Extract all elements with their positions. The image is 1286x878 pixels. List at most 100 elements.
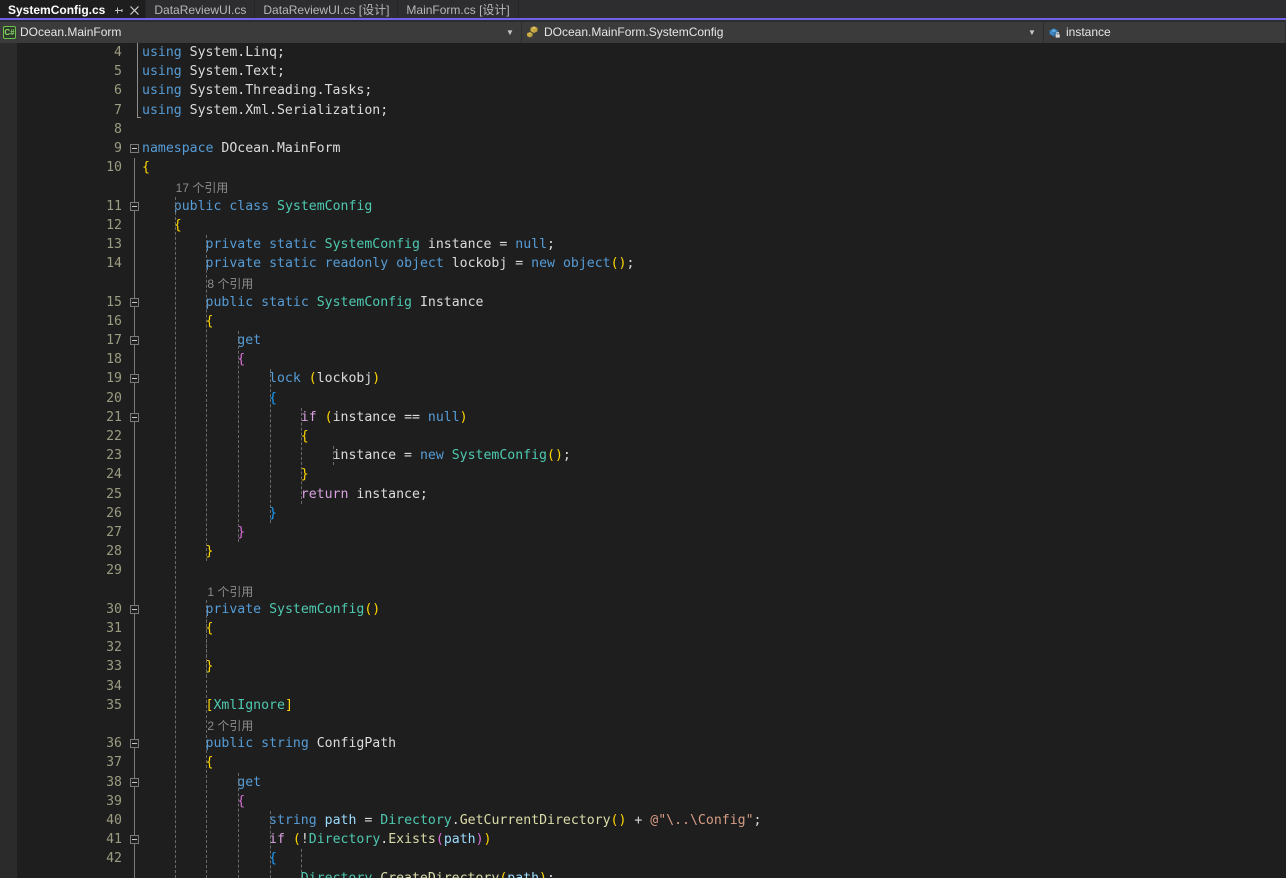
code-line[interactable]: 29	[17, 561, 1286, 580]
line-number: 21	[106, 409, 122, 425]
code-text: [XmlIgnore]	[205, 697, 293, 713]
code-text: {	[269, 390, 277, 406]
code-text: {	[237, 793, 246, 809]
code-line[interactable]: 7 using System.Xml.Serialization;	[17, 101, 1286, 120]
using-block-guide-foot	[137, 116, 141, 118]
code-line[interactable]: 5 using System.Text;	[17, 62, 1286, 81]
line-number: 12	[106, 217, 122, 233]
chevron-down-icon[interactable]: ▼	[1025, 22, 1039, 43]
editor-tab-strip: SystemConfig.cs DataReviewUI.cs DataRevi…	[0, 0, 1286, 22]
code-text: {	[205, 755, 214, 771]
indent-guide	[238, 772, 240, 878]
line-number: 16	[106, 313, 122, 329]
indent-guide	[238, 331, 240, 543]
collapse-outline-icon[interactable]	[130, 835, 139, 845]
code-text: using System.Threading.Tasks;	[142, 83, 373, 99]
close-icon[interactable]	[127, 3, 141, 17]
line-number: 10	[106, 160, 122, 176]
line-number: 15	[106, 294, 122, 310]
indent-guide	[174, 196, 176, 878]
line-number: 32	[106, 640, 122, 656]
line-number: 23	[106, 448, 122, 464]
collapse-outline-icon[interactable]	[130, 412, 139, 422]
code-text: }	[300, 467, 309, 483]
line-number: 41	[106, 832, 122, 848]
line-number: 30	[106, 601, 122, 617]
line-number: 11	[106, 198, 122, 214]
tab-label: DataReviewUI.cs	[154, 3, 247, 17]
collapse-outline-icon[interactable]	[130, 777, 139, 787]
code-text: get	[237, 774, 262, 790]
code-text: }	[269, 505, 277, 521]
class-icon	[525, 25, 540, 40]
code-line[interactable]: 6 using System.Threading.Tasks;	[17, 81, 1286, 100]
code-text: public static SystemConfig Instance	[205, 294, 484, 310]
line-number: 20	[106, 390, 122, 406]
code-line[interactable]: 17 个引用	[17, 177, 1286, 196]
line-number: 27	[106, 525, 122, 540]
project-dropdown[interactable]: C# DOcean.MainForm ▼	[0, 22, 522, 43]
collapse-outline-icon[interactable]	[130, 374, 139, 384]
line-number: 19	[106, 371, 122, 387]
chevron-down-icon[interactable]: ▼	[503, 22, 517, 43]
indent-guide	[301, 849, 303, 878]
code-line[interactable]: 9 namespace DOcean.MainForm	[17, 139, 1286, 158]
collapse-outline-icon[interactable]	[130, 144, 139, 153]
code-text: {	[142, 160, 150, 176]
pin-icon[interactable]	[111, 3, 125, 17]
code-text: if (!Directory.Exists(path))	[269, 832, 492, 848]
indent-guide	[269, 811, 271, 878]
tab-systemconfig-cs[interactable]: SystemConfig.cs	[0, 0, 147, 20]
tab-label: MainForm.cs [设计]	[406, 3, 510, 17]
collapse-outline-icon[interactable]	[130, 739, 139, 749]
tab-mainform-cs-design[interactable]: MainForm.cs [设计]	[398, 0, 519, 20]
collapse-outline-icon[interactable]	[130, 297, 139, 307]
line-number: 36	[106, 736, 122, 752]
line-number: 38	[106, 774, 122, 790]
code-text: using System.Text;	[142, 64, 285, 80]
code-line[interactable]: 11 public class SystemConfig	[17, 197, 1286, 216]
line-number: 4	[114, 45, 122, 60]
indent-guide	[301, 407, 303, 504]
member-name: instance	[1066, 25, 1111, 39]
indent-guide	[333, 446, 335, 466]
collapse-outline-icon[interactable]	[130, 336, 139, 345]
code-text: }	[205, 659, 214, 675]
line-number: 24	[106, 467, 122, 483]
line-number: 9	[114, 141, 122, 156]
line-number: 25	[106, 486, 122, 502]
tab-actions	[111, 3, 141, 17]
type-dropdown[interactable]: DOcean.MainForm.SystemConfig ▼	[522, 22, 1044, 43]
code-editor[interactable]: 4 using System.Linq; 5 using System.Text; 6 u…	[0, 43, 1286, 878]
code-line[interactable]: 4 using System.Linq;	[17, 43, 1286, 62]
tab-datareviewui-cs-design[interactable]: DataReviewUI.cs [设计]	[255, 0, 399, 20]
indent-guide	[269, 369, 271, 523]
code-text: if (instance == null)	[300, 409, 468, 425]
code-line[interactable]: 1 个引用	[17, 581, 1286, 600]
line-number: 6	[114, 83, 122, 99]
indent-guide	[206, 235, 208, 562]
member-dropdown[interactable]: instance	[1044, 22, 1286, 43]
collapse-outline-icon[interactable]	[130, 604, 139, 614]
code-text: private SystemConfig()	[205, 601, 381, 617]
line-number: 37	[106, 755, 122, 771]
code-text: {	[269, 851, 277, 867]
code-text: {	[237, 352, 246, 368]
code-text: private static SystemConfig instance = n…	[205, 237, 555, 252]
code-text: using System.Xml.Serialization;	[142, 102, 389, 118]
private-field-icon	[1047, 25, 1062, 40]
code-text: namespace DOcean.MainForm	[142, 141, 341, 156]
code-text: {	[205, 313, 214, 329]
editor-left-margin	[0, 43, 17, 878]
line-number: 8	[114, 121, 122, 137]
code-line[interactable]: 12 {	[17, 216, 1286, 235]
code-line[interactable]: 8	[17, 120, 1286, 139]
code-surface[interactable]: 4 using System.Linq; 5 using System.Text; 6 u…	[17, 43, 1286, 878]
code-text: public class SystemConfig	[173, 198, 373, 214]
code-line[interactable]: 10 {	[17, 158, 1286, 177]
code-text: string path = Directory.GetCurrentDirect…	[269, 813, 762, 828]
using-block-guide	[137, 43, 138, 118]
tab-label: DataReviewUI.cs [设计]	[263, 3, 390, 17]
collapse-outline-icon[interactable]	[130, 201, 139, 211]
tab-datareviewui-cs[interactable]: DataReviewUI.cs	[146, 0, 256, 20]
